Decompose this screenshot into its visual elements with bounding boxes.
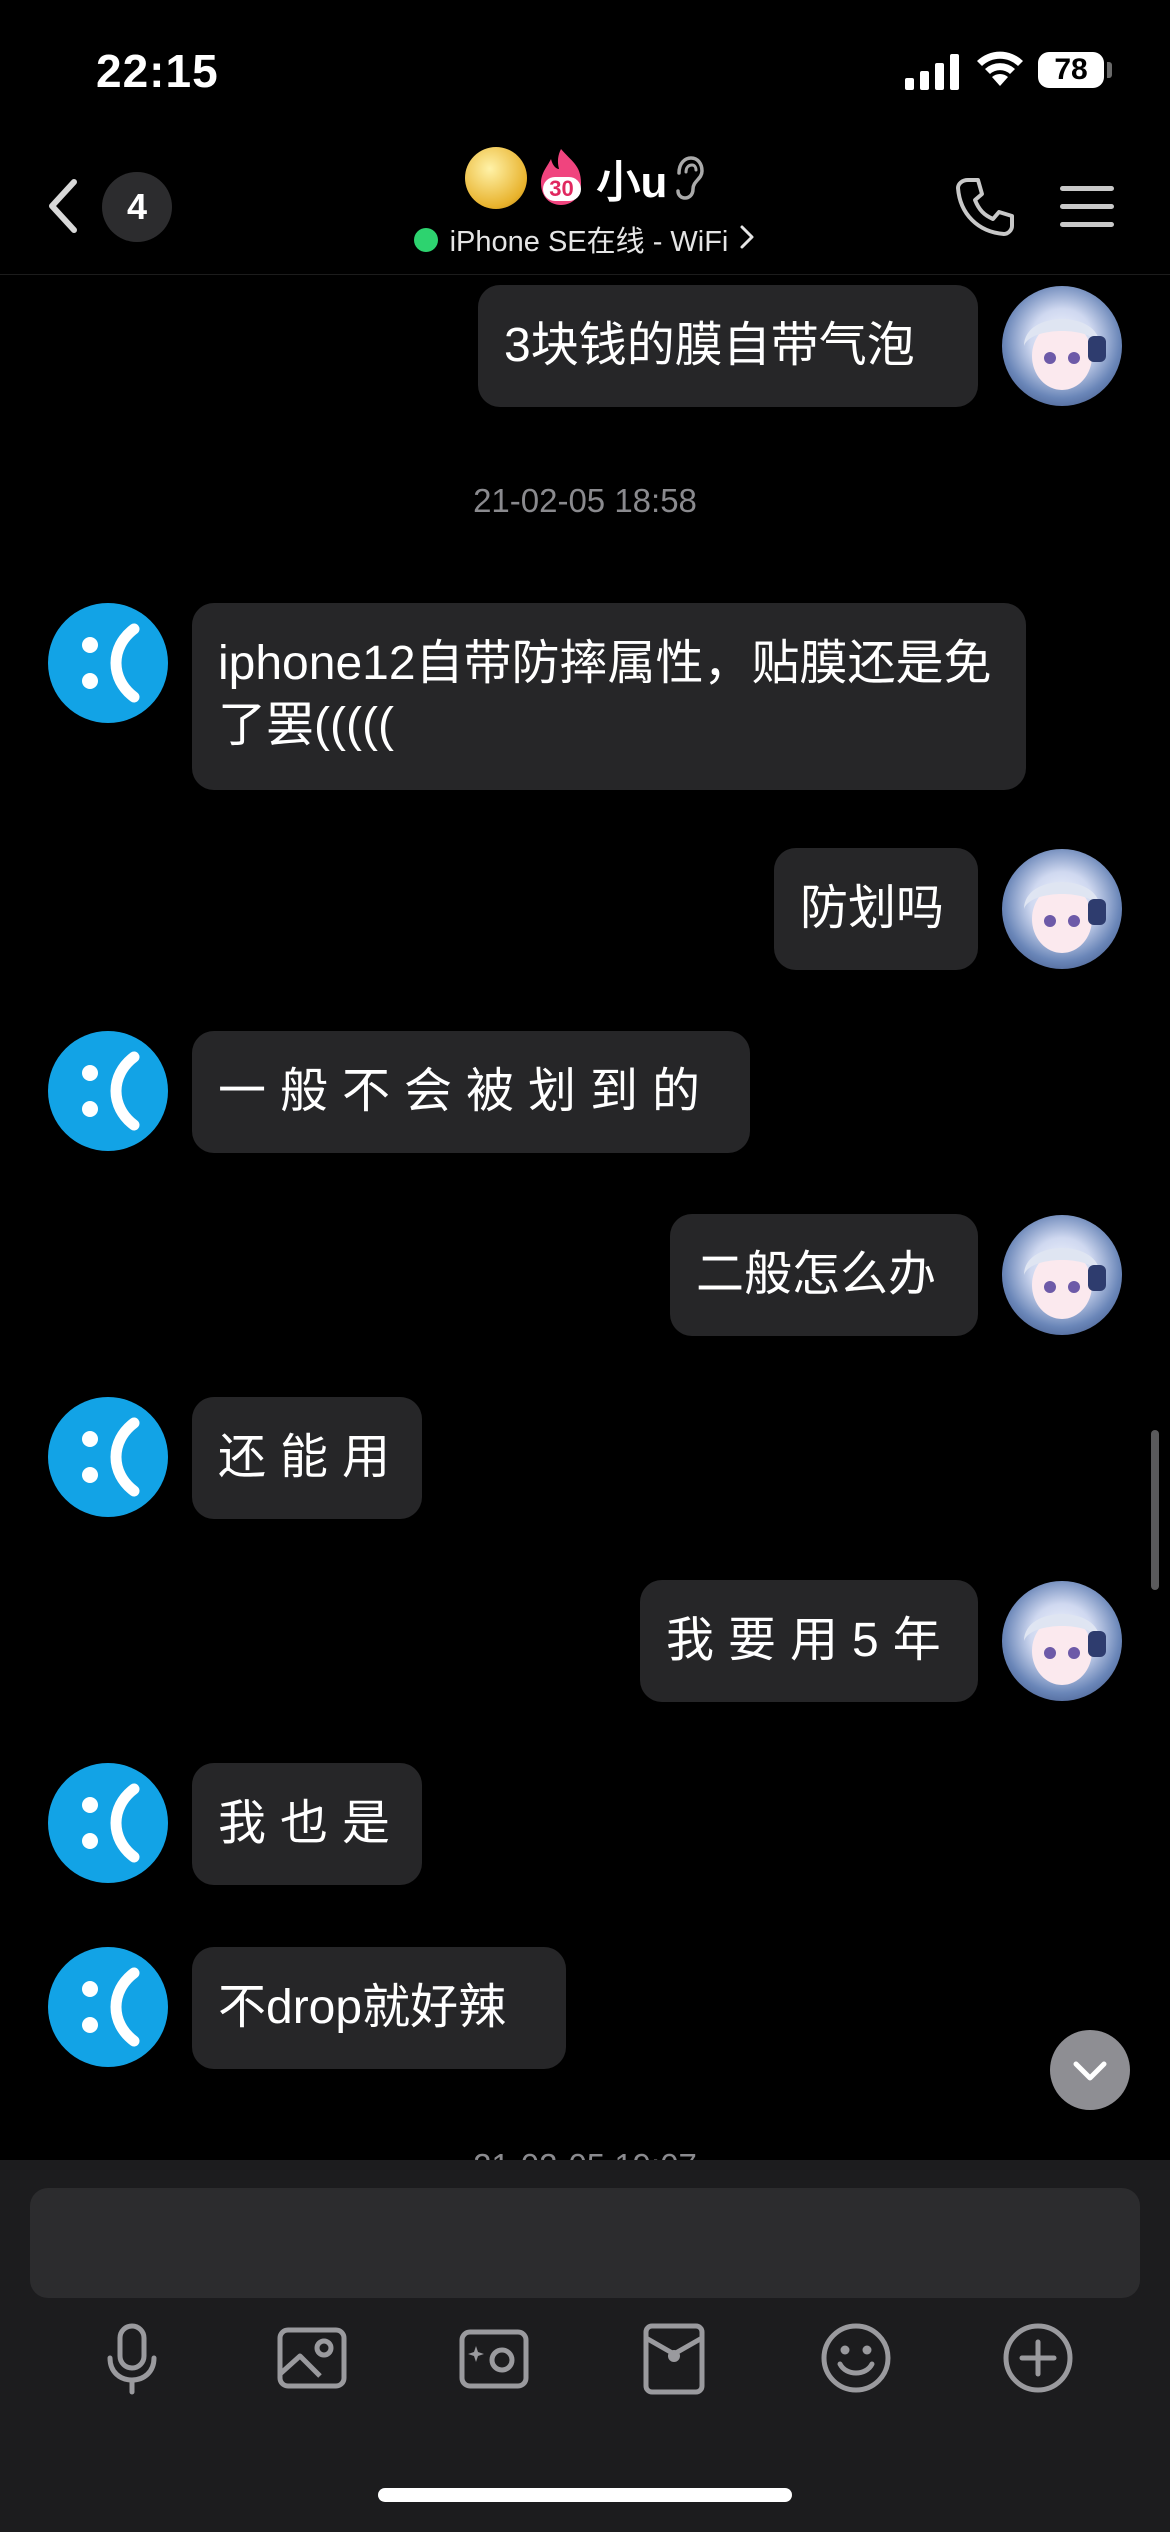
message-bubble-incoming[interactable]: 还能用 — [192, 1397, 422, 1519]
message-text: 二般怎么办 — [696, 1248, 937, 1301]
my-avatar[interactable] — [1002, 286, 1122, 406]
message-list[interactable]: 3块钱的膜自带气泡 21-02-05 18:58 iphone12自带防摔属性，… — [0, 275, 1170, 2160]
my-avatar[interactable] — [1002, 1215, 1122, 1335]
message-text: 不drop就好辣 — [218, 1981, 507, 2034]
message-timestamp: 21-02-05 19:07 — [0, 2147, 1170, 2160]
message-bubble-incoming[interactable]: iphone12自带防摔属性，贴膜还是免了罢((((( — [192, 603, 1026, 790]
input-panel — [0, 2160, 1170, 2532]
friend-avatar[interactable] — [48, 603, 168, 723]
wifi-icon — [977, 51, 1023, 86]
emoji-icon[interactable] — [816, 2318, 896, 2398]
friend-avatar[interactable] — [48, 1947, 168, 2067]
cellular-signal-icon — [905, 54, 959, 90]
device-status-text: iPhone SE在线 - WiFi — [449, 226, 729, 258]
gold-medal-icon — [464, 147, 527, 209]
message-text: 一般不会被划到的 — [218, 1065, 715, 1118]
menu-icon[interactable] — [1060, 184, 1114, 230]
message-text: 我要用5年 — [666, 1614, 955, 1667]
message-input[interactable] — [30, 2188, 1140, 2298]
battery-indicator: 78 — [1038, 52, 1104, 88]
online-dot-icon — [413, 228, 438, 253]
status-bar: 22:15 78 — [0, 0, 1170, 140]
message-text: 防划吗 — [800, 882, 945, 935]
chevron-right-icon — [740, 225, 754, 249]
message-bubble-incoming[interactable]: 不drop就好辣 — [192, 1947, 566, 2069]
red-packet-icon[interactable] — [634, 2318, 714, 2398]
contact-name: 小u — [596, 158, 668, 207]
message-bubble-outgoing[interactable]: 二般怎么办 — [670, 1214, 978, 1336]
phone-icon[interactable] — [954, 176, 1016, 238]
friend-avatar[interactable] — [48, 1763, 168, 1883]
home-indicator[interactable] — [378, 2488, 792, 2502]
message-bubble-incoming[interactable]: 我也是 — [192, 1763, 422, 1885]
fire-badge-icon: 30 — [531, 147, 591, 209]
level-number: 30 — [542, 177, 581, 201]
my-avatar[interactable] — [1002, 849, 1122, 969]
plus-icon[interactable] — [998, 2318, 1078, 2398]
status-time: 22:15 — [96, 45, 219, 97]
message-timestamp: 21-02-05 18:58 — [473, 482, 697, 519]
message-text: 还能用 — [218, 1431, 405, 1484]
scrollbar[interactable] — [1151, 1430, 1159, 1590]
message-text: 3块钱的膜自带气泡 — [504, 319, 915, 372]
image-icon[interactable] — [272, 2318, 352, 2398]
message-bubble-outgoing[interactable]: 防划吗 — [774, 848, 978, 970]
scroll-to-bottom-button[interactable] — [1050, 2030, 1130, 2110]
message-bubble-incoming[interactable]: 一般不会被划到的 — [192, 1031, 750, 1153]
message-text: 我也是 — [218, 1797, 405, 1850]
microphone-icon[interactable] — [92, 2318, 172, 2398]
battery-cap — [1107, 62, 1112, 78]
my-avatar[interactable] — [1002, 1581, 1122, 1701]
message-bubble-outgoing[interactable]: 我要用5年 — [640, 1580, 978, 1702]
camera-icon[interactable] — [454, 2318, 534, 2398]
message-bubble-outgoing[interactable]: 3块钱的膜自带气泡 — [478, 285, 978, 407]
message-text: iphone12自带防摔属性，贴膜还是免了罢((((( — [218, 637, 992, 752]
chat-header: 4 30 小u iPhone SE在线 - WiFi — [0, 140, 1170, 275]
ear-icon — [676, 156, 705, 200]
friend-avatar[interactable] — [48, 1031, 168, 1151]
friend-avatar[interactable] — [48, 1397, 168, 1517]
